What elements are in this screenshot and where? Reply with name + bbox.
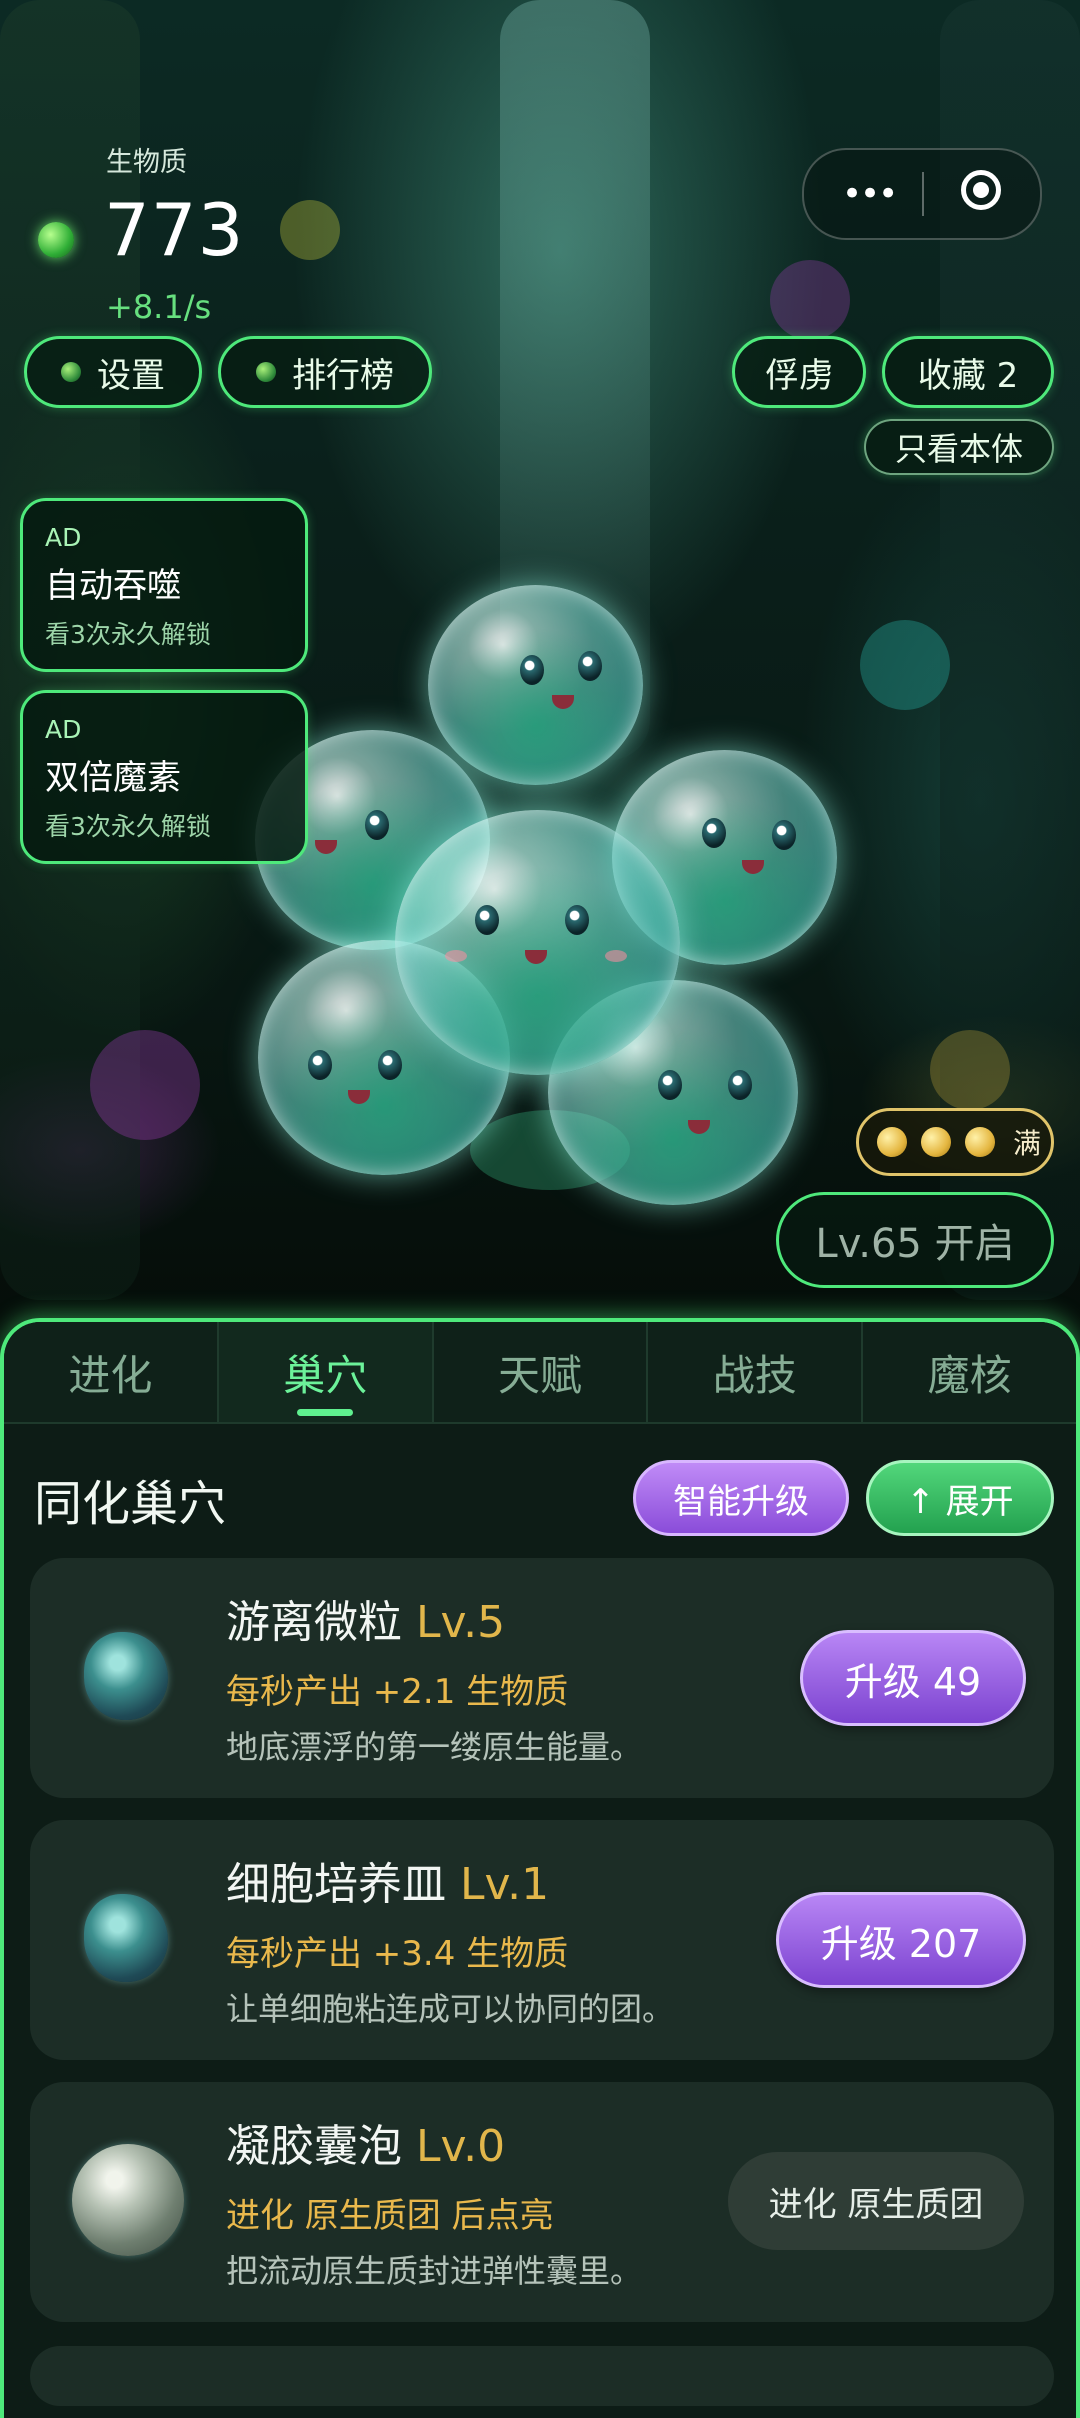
ad-subtitle: 看3次永久解锁 (45, 812, 211, 841)
nest-card: 细胞培养皿 Lv.1 每秒产出 +3.4 生物质 让单细胞粘连成可以协同的团。 升… (30, 1820, 1054, 2060)
tab-core[interactable]: 魔核 (863, 1322, 1076, 1422)
nest-name: 凝胶囊泡 Lv.0 (226, 2121, 506, 2172)
ad-card-double-mana[interactable]: AD 双倍魔素 看3次永久解锁 (20, 690, 308, 864)
capacity-full-badge[interactable]: 满 (856, 1108, 1054, 1176)
level-unlock-button[interactable]: Lv.65 开启 (776, 1192, 1054, 1288)
favorites-button[interactable]: 收藏 2 (882, 336, 1054, 408)
bottom-panel: 进化 巢穴 天赋 战技 魔核 同化巢穴 智能升级 ↑ 展开 游离微粒 Lv.5 每… (0, 1318, 1080, 2418)
slime-blob (428, 585, 643, 785)
settings-orb-icon (61, 362, 81, 382)
evolve-button[interactable]: 进化 原生质团 (728, 2152, 1024, 2250)
leaderboard-label: 排行榜 (292, 355, 394, 396)
nest-level: Lv.1 (460, 1859, 550, 1910)
nest-description: 让单细胞粘连成可以协同的团。 (226, 1990, 675, 2028)
nest-level: Lv.5 (416, 1597, 506, 1648)
capsule-divider (922, 172, 924, 216)
nest-card-partial (30, 2346, 1054, 2406)
smart-upgrade-button[interactable]: 智能升级 (633, 1460, 849, 1536)
favorites-label: 收藏 2 (917, 355, 1019, 396)
leaderboard-orb-icon (256, 362, 276, 382)
cell-dish-orb-icon (84, 1894, 168, 1982)
full-label: 满 (1013, 1127, 1042, 1160)
captives-label: 俘虏 (765, 355, 833, 396)
ad-title: 自动吞噬 (45, 566, 181, 606)
coin-icon (965, 1127, 995, 1157)
nest-card: 游离微粒 Lv.5 每秒产出 +2.1 生物质 地底漂浮的第一缕原生能量。 升级 … (30, 1558, 1054, 1798)
ad-tag: AD (45, 715, 82, 744)
nest-production: 每秒产出 +3.4 生物质 (226, 1934, 569, 1974)
tab-skills[interactable]: 战技 (648, 1322, 864, 1422)
more-dots-icon[interactable]: ••• (842, 174, 898, 214)
ad-title: 双倍魔素 (45, 758, 181, 798)
expand-button[interactable]: ↑ 展开 (866, 1460, 1054, 1536)
tab-bar: 进化 巢穴 天赋 战技 魔核 (4, 1322, 1076, 1424)
nest-description: 把流动原生质封进弹性囊里。 (226, 2252, 643, 2290)
biomass-value: 773 (104, 188, 245, 272)
nest-level: Lv.0 (416, 2121, 506, 2172)
upgrade-button[interactable]: 升级 207 (776, 1892, 1026, 1988)
settings-button[interactable]: 设置 (24, 336, 202, 408)
ad-subtitle: 看3次永久解锁 (45, 620, 211, 649)
biomass-rate: +8.1/s (106, 288, 212, 326)
upgrade-button[interactable]: 升级 49 (800, 1630, 1026, 1726)
nest-name: 细胞培养皿 Lv.1 (226, 1859, 550, 1910)
leaderboard-button[interactable]: 排行榜 (218, 336, 432, 408)
tab-evolve[interactable]: 进化 (4, 1322, 219, 1422)
slime-blob-center (395, 810, 680, 1075)
nest-description: 地底漂浮的第一缕原生能量。 (226, 1728, 643, 1766)
nest-card: 凝胶囊泡 Lv.0 进化 原生质团 后点亮 把流动原生质封进弹性囊里。 进化 原生… (30, 2082, 1054, 2322)
ad-tag: AD (45, 523, 82, 552)
ad-card-auto-devour[interactable]: AD 自动吞噬 看3次永久解锁 (20, 498, 308, 672)
only-self-label: 只看本体 (894, 430, 1023, 468)
mini-program-capsule: ••• (802, 148, 1042, 240)
nest-production: 每秒产出 +2.1 生物质 (226, 1672, 569, 1712)
captives-button[interactable]: 俘虏 (732, 336, 866, 408)
coin-icon (877, 1127, 907, 1157)
tab-nest[interactable]: 巢穴 (218, 1322, 434, 1422)
gel-vesicle-orb-icon (72, 2144, 184, 2256)
coin-icon (921, 1127, 951, 1157)
section-title: 同化巢穴 (34, 1476, 227, 1532)
biomass-icon (38, 222, 74, 258)
only-self-button[interactable]: 只看本体 (864, 419, 1054, 475)
biomass-label: 生物质 (106, 147, 187, 178)
nest-unlock-hint: 进化 原生质团 后点亮 (226, 2196, 554, 2236)
tab-talent[interactable]: 天赋 (434, 1322, 649, 1422)
nest-name: 游离微粒 Lv.5 (226, 1597, 506, 1648)
settings-label: 设置 (97, 355, 165, 396)
particle-orb-icon (84, 1632, 168, 1720)
target-icon[interactable] (961, 170, 1001, 210)
